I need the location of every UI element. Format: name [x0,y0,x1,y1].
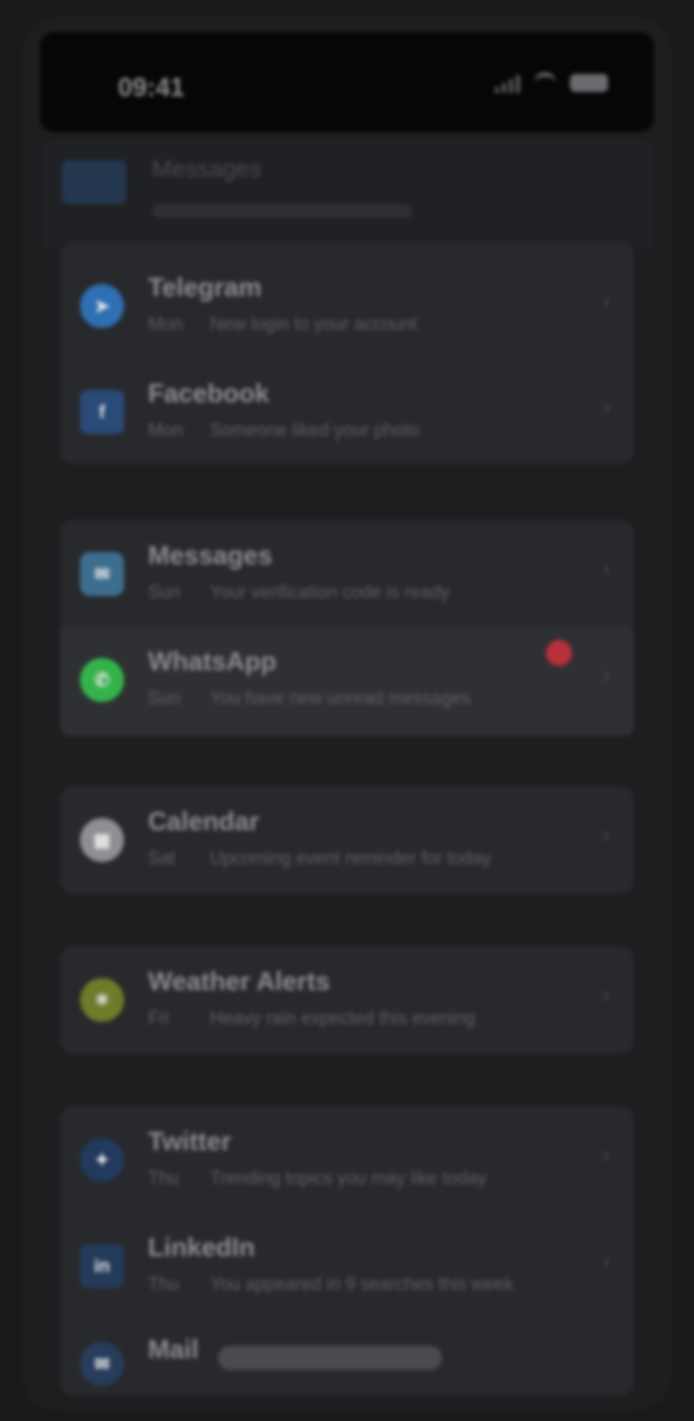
home-indicator[interactable] [218,1346,442,1370]
item-preview: Someone liked your photo [210,420,420,440]
item-preview: Upcoming event reminder for today [210,848,492,868]
item-time: Sun [148,688,181,708]
calendar-icon: ▦ [80,818,124,862]
header-subtitle-placeholder [152,204,412,218]
list-item-whatsapp[interactable]: ✆ WhatsApp Sun You have new unread messa… [60,626,634,736]
item-preview: Heavy rain expected this evening [210,1008,476,1028]
chat-icon: ✉ [80,552,124,596]
item-title: Mail [148,1334,199,1364]
list-item-calendar[interactable]: ▦ Calendar Sat Upcoming event reminder f… [60,786,634,890]
notification-group-4: ☀ Weather Alerts Fri Heavy rain expected… [60,946,634,1054]
list-item-telegram[interactable]: ➤ Telegram Mon New login to your account… [60,252,634,356]
phone-icon: ✆ [80,658,124,702]
chevron-right-icon: › [602,1248,610,1273]
chevron-right-icon: › [602,822,610,847]
item-title: Telegram [148,272,262,302]
item-title: Facebook [148,378,270,408]
chevron-right-icon: › [602,1142,610,1167]
page-title: Messages [152,156,262,183]
chevron-right-icon: › [602,662,610,687]
list-item-twitter[interactable]: ✦ Twitter Thu Trending topics you may li… [60,1106,634,1210]
chevron-right-icon: › [602,556,610,581]
item-title: Messages [148,540,273,570]
list-item-weather[interactable]: ☀ Weather Alerts Fri Heavy rain expected… [60,946,634,1050]
item-title: WhatsApp [148,646,277,676]
wifi-icon [534,72,556,93]
item-title: LinkedIn [148,1232,255,1262]
item-preview: Trending topics you may like today [210,1168,487,1188]
item-preview: You have new unread messages [210,688,471,708]
status-bar: 09:41 [40,32,654,132]
item-preview: You appeared in 9 searches this week [210,1274,514,1294]
paper-plane-icon: ➤ [80,284,124,328]
unread-badge [546,640,572,666]
item-time: Fri [148,1008,169,1028]
signal-icon [495,73,520,93]
status-icons [495,72,608,93]
battery-icon [570,73,608,92]
list-item-linkedin[interactable]: in LinkedIn Thu You appeared in 9 search… [60,1212,634,1316]
item-title: Weather Alerts [148,966,331,996]
f-icon: f [80,390,124,434]
chevron-right-icon: › [602,982,610,1007]
phone-screen: 09:41 Messages ➤ Telegram Mon New login … [22,16,672,1411]
sun-icon: ☀ [80,978,124,1022]
item-preview: New login to your account [210,314,418,334]
mail-icon: ✉ [80,1342,124,1386]
notification-group-2: ✉ Messages Sun Your verification code is… [60,520,634,736]
notification-group-1: ➤ Telegram Mon New login to your account… [60,242,634,464]
bird-icon: ✦ [80,1138,124,1182]
item-title: Twitter [148,1126,232,1156]
item-time: Thu [148,1274,180,1294]
in-icon: in [80,1244,124,1288]
notification-group-3: ▦ Calendar Sat Upcoming event reminder f… [60,786,634,894]
chevron-right-icon: › [602,394,610,419]
list-header: Messages [42,140,654,250]
chevron-right-icon: › [602,288,610,313]
item-time: Mon [148,314,184,334]
item-preview: Your verification code is ready [210,582,450,602]
item-title: Calendar [148,806,260,836]
list-item-facebook[interactable]: f Facebook Mon Someone liked your photo … [60,358,634,462]
item-time: Mon [148,420,184,440]
list-item-messages[interactable]: ✉ Messages Sun Your verification code is… [60,520,634,624]
item-time: Thu [148,1168,180,1188]
item-time: Sun [148,582,181,602]
status-time: 09:41 [118,72,185,102]
back-button[interactable] [62,160,126,204]
item-time: Sat [148,848,176,868]
